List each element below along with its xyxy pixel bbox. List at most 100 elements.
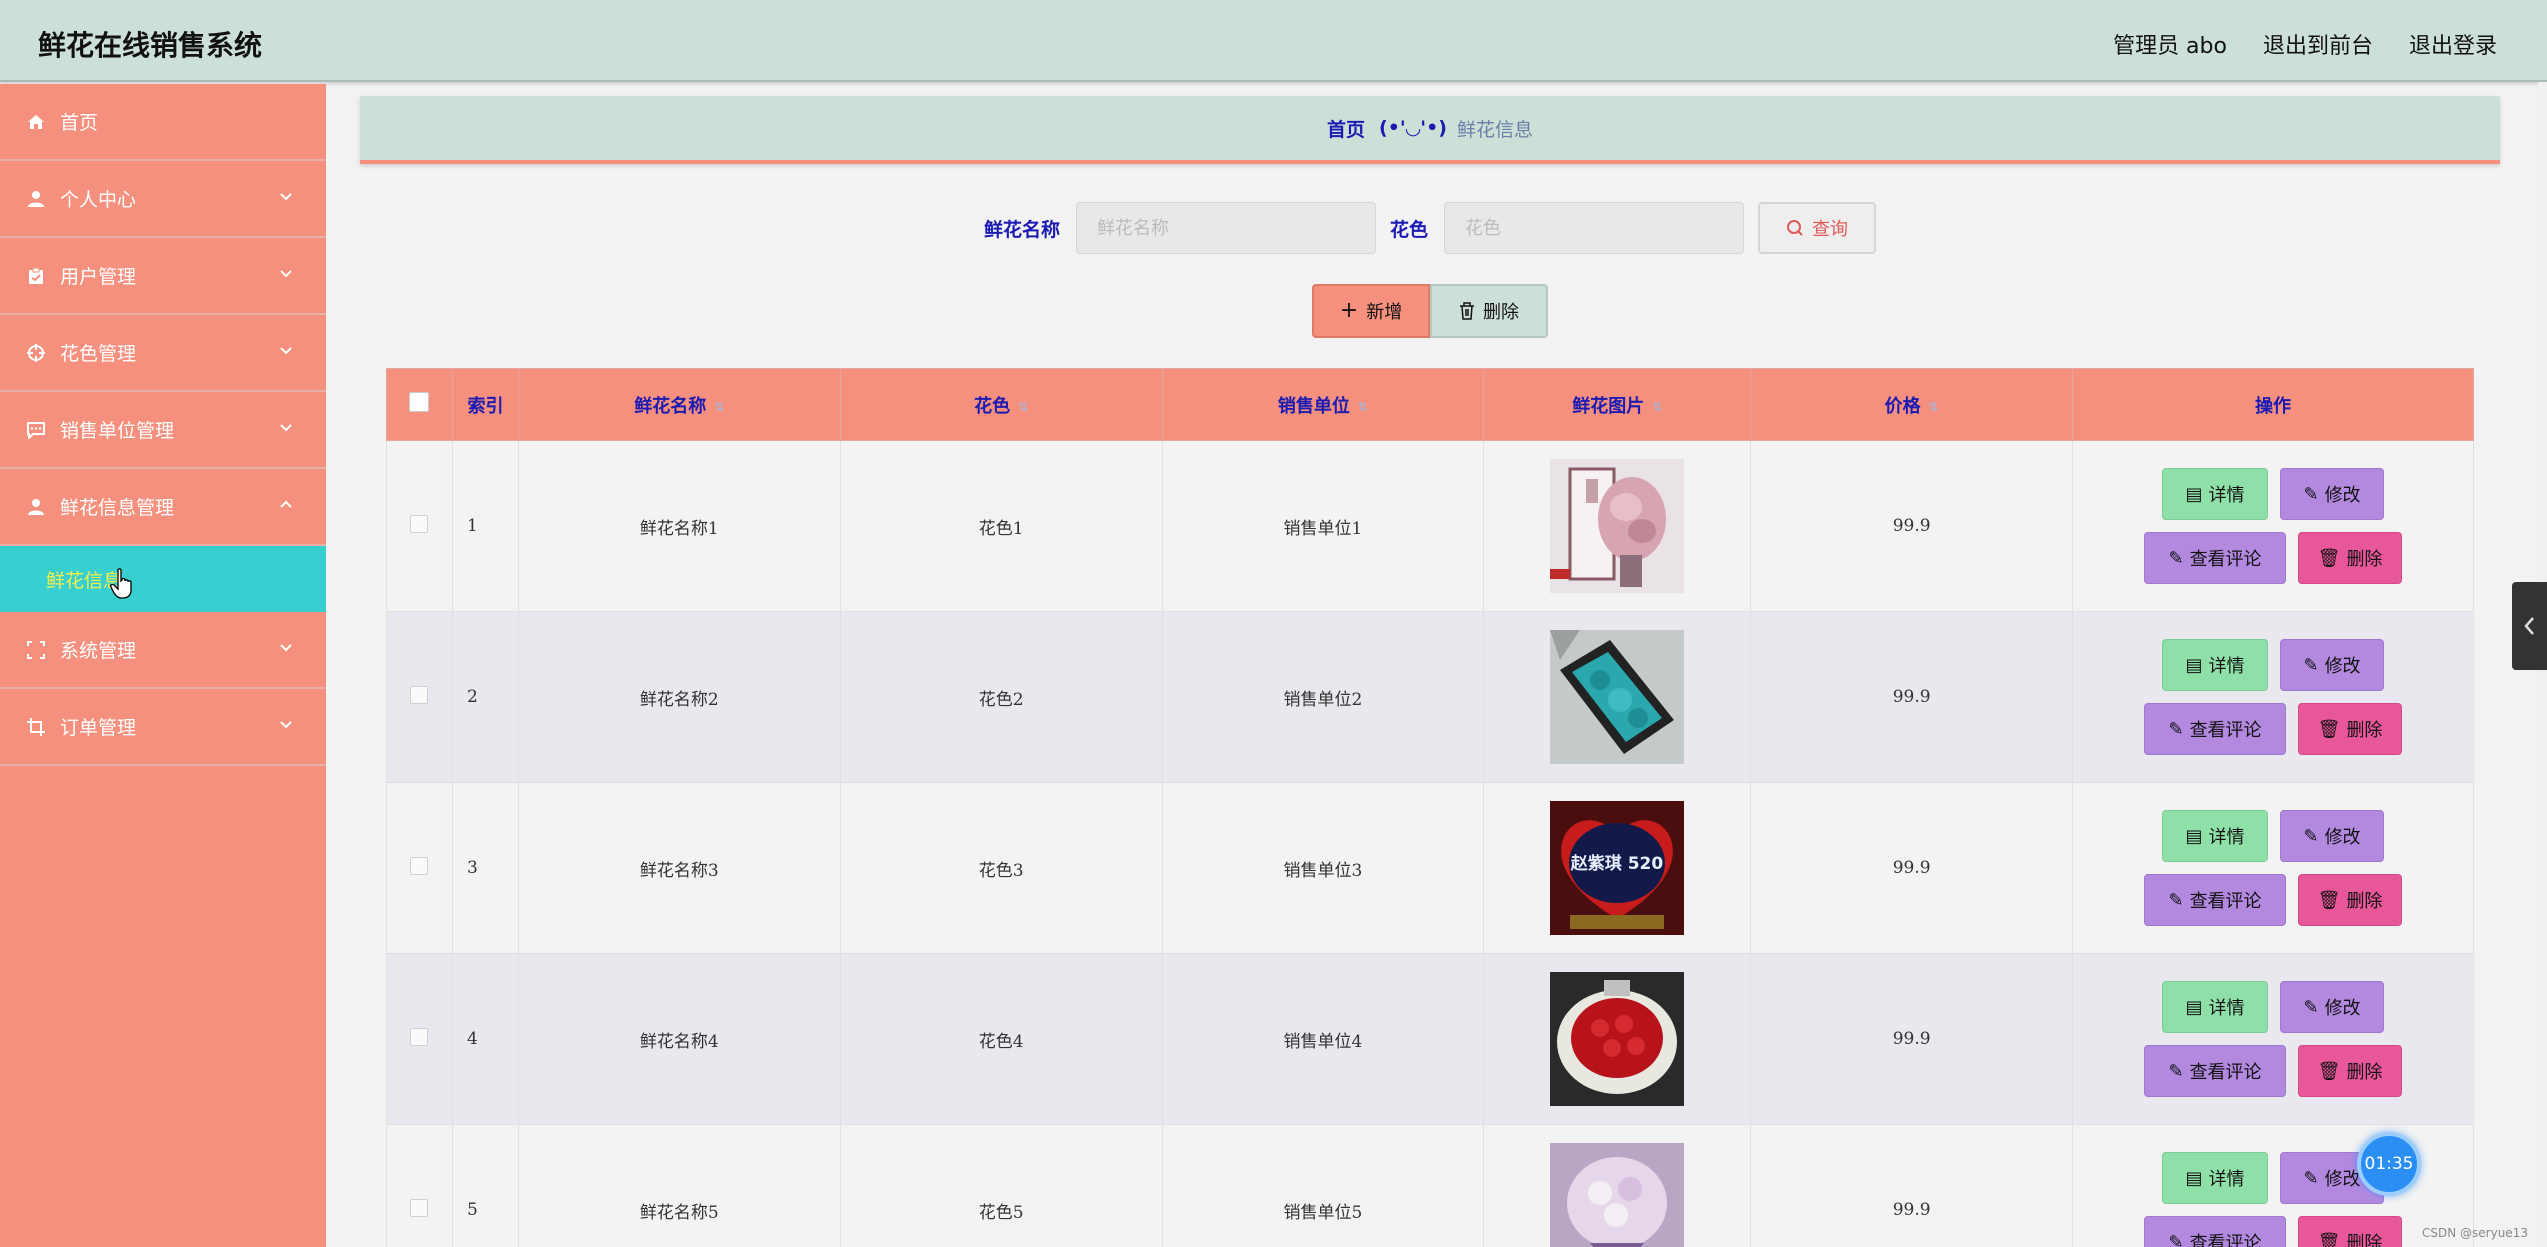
query-button[interactable]: 查询 <box>1758 202 1877 254</box>
flower-image-3[interactable]: 赵紫琪 520 <box>1550 801 1685 935</box>
admin-label[interactable]: 管理员 abo <box>2113 28 2227 60</box>
sidebar-item-label: 系统管理 <box>60 640 137 662</box>
doc-icon: ▤ <box>2185 654 2203 676</box>
batch-delete-button[interactable]: 删除 <box>1430 284 1548 338</box>
flower-image-2[interactable] <box>1550 630 1685 764</box>
detail-label: 详情 <box>2208 1169 2245 1190</box>
row-name: 鲜花名称3 <box>517 782 841 954</box>
detail-button[interactable]: ▤ 详情 <box>2162 639 2269 691</box>
sidebar-item-color-management[interactable]: 花色管理 <box>0 315 326 392</box>
view-comments-button[interactable]: ✎ 查看评论 <box>2144 703 2287 755</box>
add-button[interactable]: + 新增 <box>1312 284 1430 338</box>
flower-image-4[interactable] <box>1550 972 1685 1106</box>
sidebar-subitem-flower-info[interactable]: 鲜花信息 <box>0 546 326 612</box>
sidebar-item-personal-center[interactable]: 个人中心 <box>0 161 326 238</box>
table-row: 1 鲜花名称1 花色1 销售单位1 99.9 ▤ 详情 ✎ 修改 ✎ 查看评论 … <box>386 440 2474 612</box>
edit-button[interactable]: ✎ 修改 <box>2280 639 2385 691</box>
detail-button[interactable]: ▤ 详情 <box>2162 810 2269 862</box>
view-comments-button[interactable]: ✎ 查看评论 <box>2144 1216 2287 1247</box>
flower-color-input[interactable] <box>1444 202 1745 254</box>
logout-link[interactable]: 退出登录 <box>2409 28 2497 60</box>
sidebar-item-user-management[interactable]: 用户管理 <box>0 238 326 315</box>
delete-label: 删除 <box>2346 1233 2383 1247</box>
exit-to-front-link[interactable]: 退出到前台 <box>2263 28 2373 60</box>
row-checkbox[interactable] <box>410 514 429 533</box>
sidebar-item-system-management[interactable]: 系统管理 <box>0 612 326 689</box>
row-name: 鲜花名称1 <box>517 440 841 612</box>
detail-label: 详情 <box>2208 656 2245 677</box>
row-image-cell <box>1483 611 1752 783</box>
detail-button[interactable]: ▤ 详情 <box>2162 468 2269 520</box>
col-ops: 操作 <box>2072 368 2474 441</box>
row-name: 鲜花名称5 <box>517 1124 841 1247</box>
side-panel-toggle[interactable] <box>2512 582 2547 670</box>
app-title: 鲜花在线销售系统 <box>38 29 263 62</box>
row-price: 99.9 <box>1750 440 2074 612</box>
row-select-cell <box>386 782 453 954</box>
pencil-icon: ✎ <box>2168 1060 2184 1082</box>
delete-button[interactable]: 🗑 删除 <box>2298 703 2403 755</box>
detail-label: 详情 <box>2208 998 2245 1019</box>
delete-button[interactable]: 🗑 删除 <box>2298 874 2403 926</box>
select-all-checkbox[interactable] <box>409 392 430 412</box>
chevron-down-icon <box>280 721 292 729</box>
sort-icon[interactable]: ⇅ <box>714 400 724 414</box>
row-unit: 销售单位4 <box>1161 953 1485 1125</box>
trash-icon <box>1460 302 1474 320</box>
col-image[interactable]: 鲜花图片 ⇅ <box>1483 368 1752 441</box>
flower-name-input[interactable] <box>1076 202 1376 254</box>
delete-label: 删除 <box>2346 1062 2383 1083</box>
row-checkbox[interactable] <box>410 1027 429 1046</box>
chevron-up-icon <box>280 500 292 508</box>
sort-icon[interactable]: ⇅ <box>1929 400 1939 414</box>
flower-image-1[interactable] <box>1550 459 1685 593</box>
col-price[interactable]: 价格 ⇅ <box>1750 368 2074 441</box>
col-color-label: 花色 <box>974 395 1011 417</box>
detail-button[interactable]: ▤ 详情 <box>2162 981 2269 1033</box>
sidebar-item-label: 订单管理 <box>60 717 137 739</box>
comment-label: 查看评论 <box>2189 1062 2262 1083</box>
detail-button[interactable]: ▤ 详情 <box>2162 1152 2269 1204</box>
row-price: 99.9 <box>1750 611 2074 783</box>
sort-icon[interactable]: ⇅ <box>1652 400 1662 414</box>
delete-button[interactable]: 🗑 删除 <box>2298 532 2403 584</box>
sidebar-item-home[interactable]: 首页 <box>0 84 326 161</box>
col-unit[interactable]: 销售单位 ⇅ <box>1161 368 1485 441</box>
detail-label: 详情 <box>2208 485 2245 506</box>
pencil-icon: ✎ <box>2303 483 2319 505</box>
breadcrumb: 首页 (•'◡'•) 鲜花信息 <box>360 96 2500 164</box>
row-checkbox[interactable] <box>410 1198 429 1217</box>
row-index: 5 <box>451 1124 519 1247</box>
sidebar-item-order-management[interactable]: 订单管理 <box>0 689 326 766</box>
flower-image-5[interactable] <box>1550 1143 1685 1247</box>
row-select-cell <box>386 611 453 783</box>
sort-icon[interactable]: ⇅ <box>1358 400 1368 414</box>
row-price: 99.9 <box>1750 1124 2074 1247</box>
col-color[interactable]: 花色 ⇅ <box>839 368 1163 441</box>
delete-button[interactable]: 🗑 删除 <box>2298 1045 2403 1097</box>
row-unit: 销售单位1 <box>1161 440 1485 612</box>
breadcrumb-home[interactable]: 首页 <box>1327 115 1365 142</box>
sidebar-item-flower-info-management[interactable]: 鲜花信息管理 <box>0 469 326 546</box>
clipboard-icon <box>26 266 46 286</box>
sort-icon[interactable]: ⇅ <box>1018 400 1028 414</box>
view-comments-button[interactable]: ✎ 查看评论 <box>2144 532 2287 584</box>
row-checkbox[interactable] <box>410 856 429 875</box>
view-comments-button[interactable]: ✎ 查看评论 <box>2144 1045 2287 1097</box>
select-all-cell <box>386 368 453 441</box>
comment-label: 查看评论 <box>2189 720 2262 741</box>
recording-timer-badge[interactable]: 01:35 <box>2357 1132 2421 1196</box>
delete-button[interactable]: 🗑 删除 <box>2298 1216 2403 1247</box>
row-select-cell <box>386 953 453 1125</box>
sidebar-item-sales-unit-management[interactable]: 销售单位管理 <box>0 392 326 469</box>
detail-label: 详情 <box>2208 827 2245 848</box>
col-price-label: 价格 <box>1884 395 1921 417</box>
view-comments-button[interactable]: ✎ 查看评论 <box>2144 874 2287 926</box>
row-checkbox[interactable] <box>410 685 429 704</box>
edit-button[interactable]: ✎ 修改 <box>2280 468 2385 520</box>
col-name[interactable]: 鲜花名称 ⇅ <box>517 368 841 441</box>
sidebar-item-label: 销售单位管理 <box>60 420 175 442</box>
edit-button[interactable]: ✎ 修改 <box>2280 810 2385 862</box>
row-ops-cell: ▤ 详情 ✎ 修改 ✎ 查看评论 🗑 删除 <box>2072 611 2474 783</box>
edit-button[interactable]: ✎ 修改 <box>2280 981 2385 1033</box>
